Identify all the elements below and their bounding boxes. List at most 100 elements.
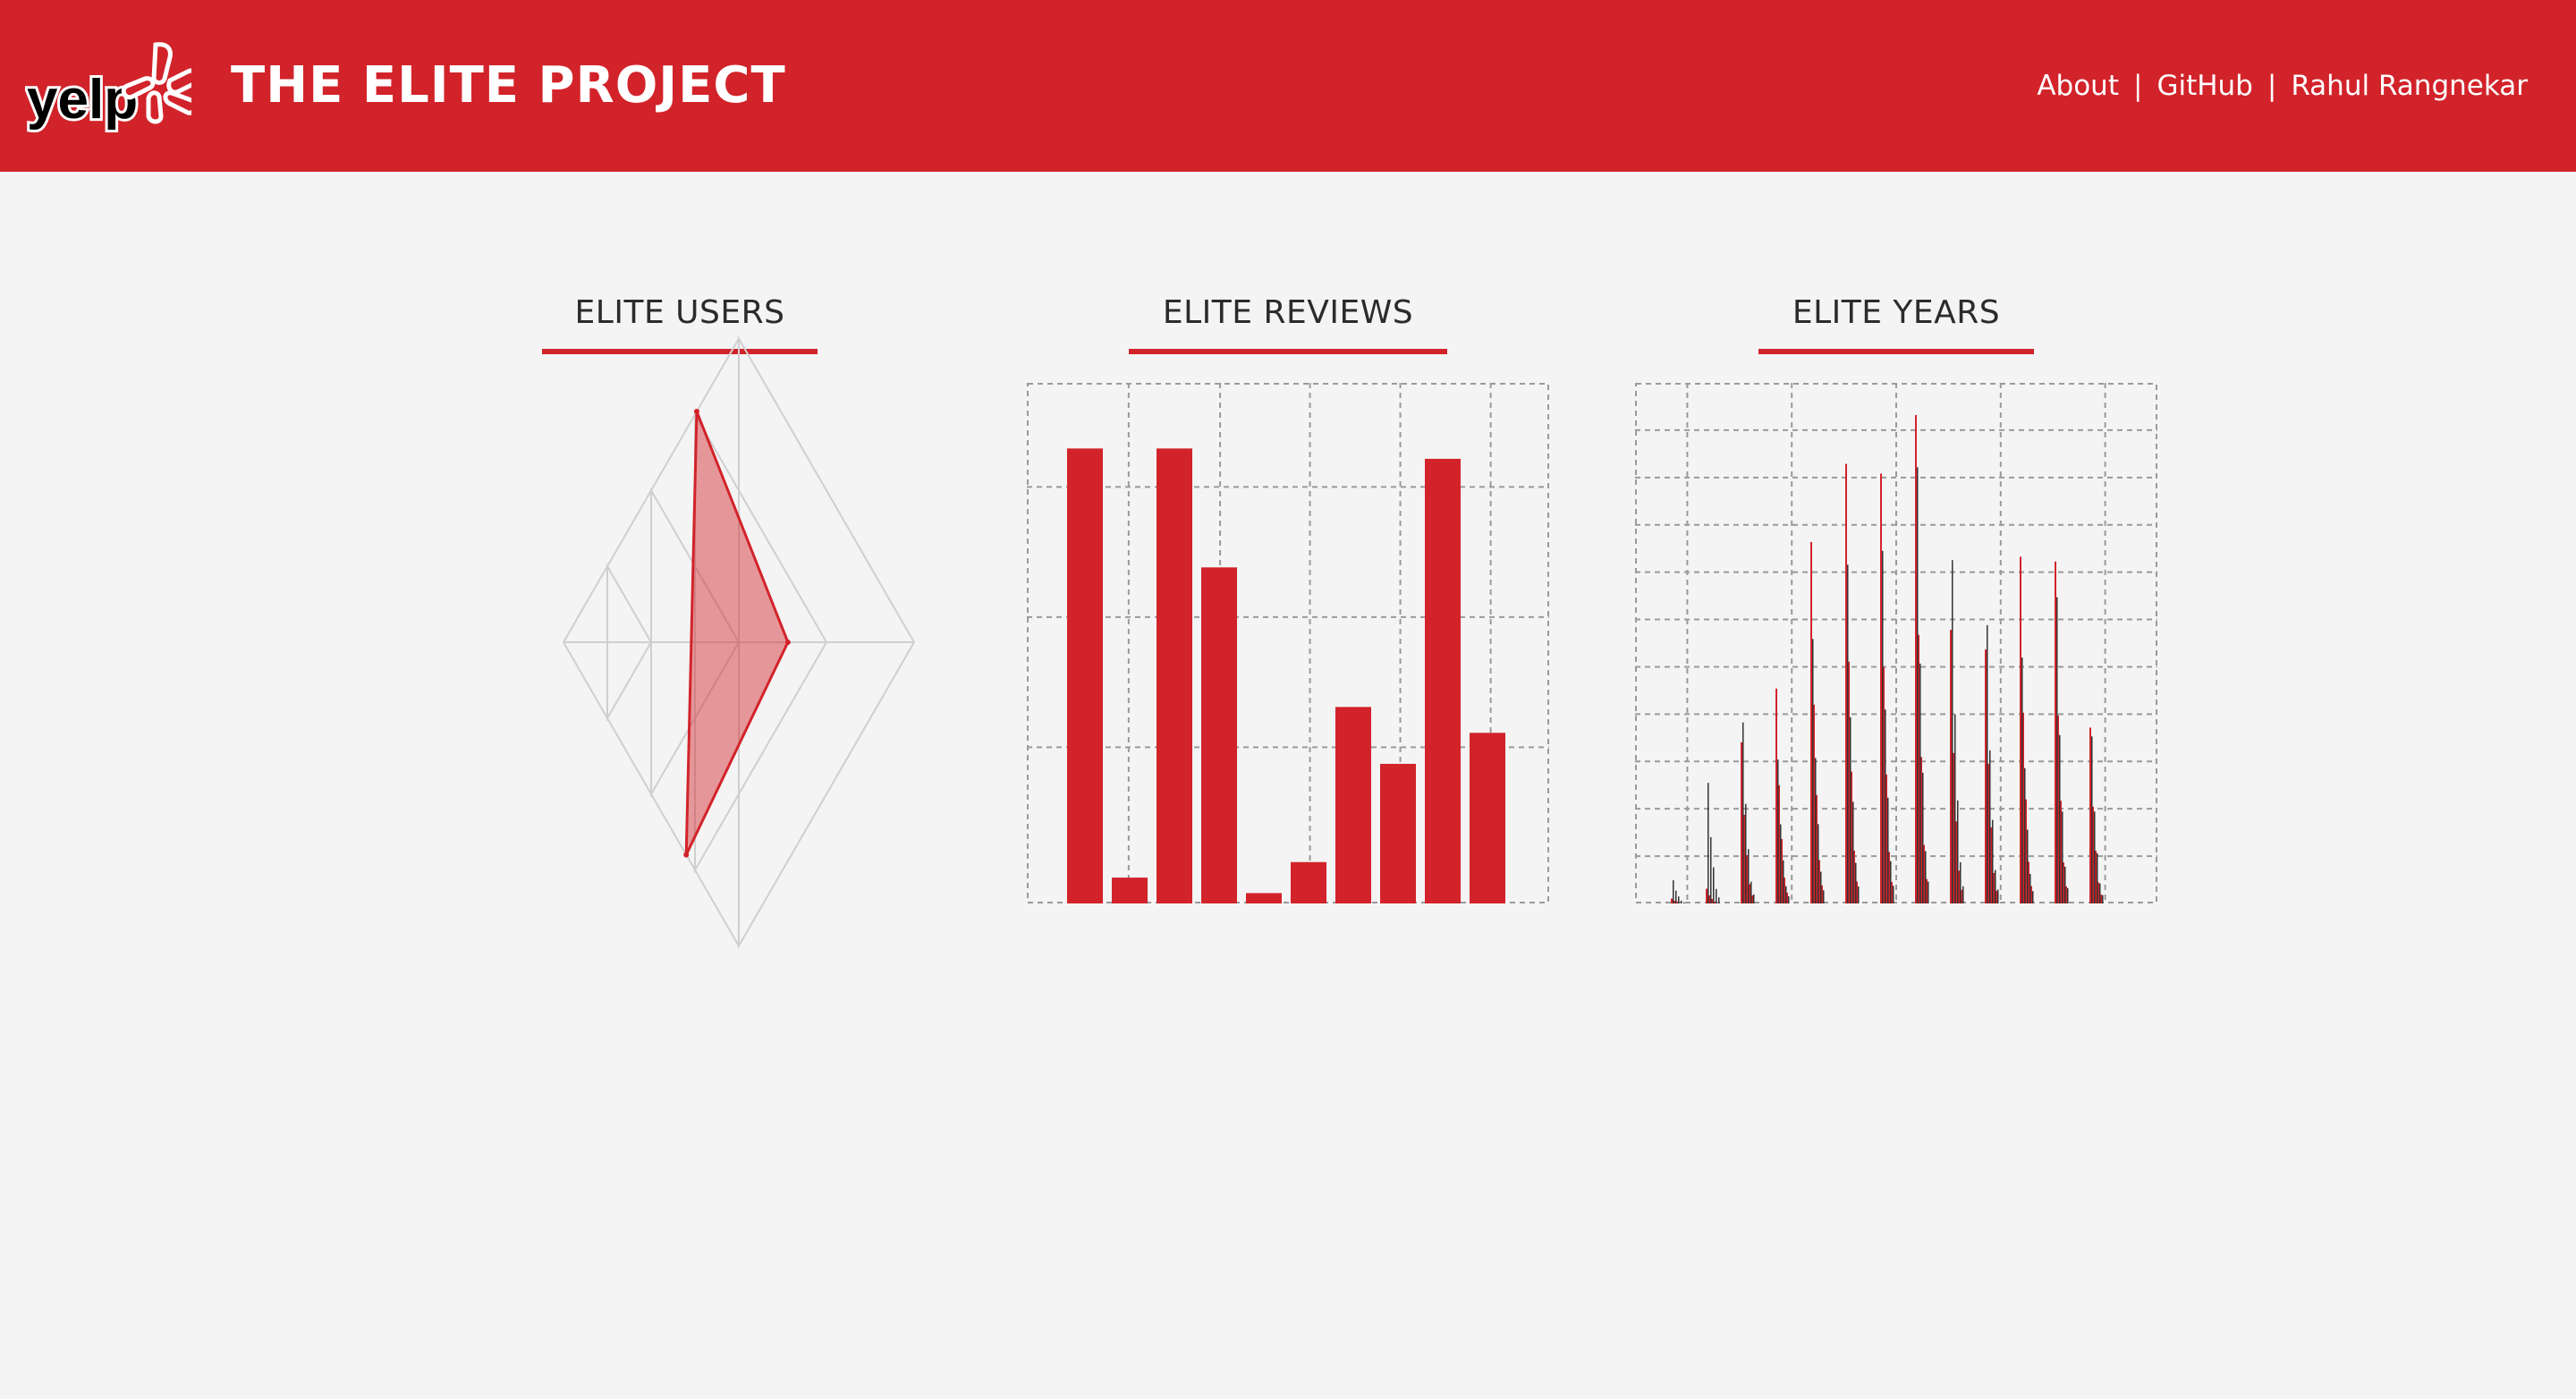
years-bar-black — [1750, 881, 1752, 903]
years-bar-black — [1681, 900, 1682, 903]
reviews-bar — [1335, 707, 1371, 903]
years-bar-black — [1850, 716, 1852, 903]
years-bar-black — [2029, 874, 2031, 903]
years-bar-red — [1985, 649, 1987, 903]
years-bar-black — [2094, 811, 2096, 903]
years-bar-black — [1777, 759, 1779, 903]
years-bar-black — [1713, 867, 1715, 903]
years-bar-black — [1823, 890, 1825, 903]
years-bar-black — [1852, 801, 1854, 903]
nav-separator: | — [2132, 70, 2143, 102]
years-bar-red — [1845, 463, 1847, 903]
years-bar-black — [1957, 800, 1959, 903]
years-bar-black — [1707, 783, 1709, 903]
years-bar-black — [1992, 819, 1994, 903]
years-bar-black — [1820, 871, 1822, 903]
reviews-bar — [1380, 763, 1416, 903]
years-bar-black — [1710, 836, 1712, 903]
reviews-bar — [1425, 458, 1461, 903]
years-bar-black — [1887, 797, 1889, 903]
years-bar-red — [2055, 561, 2056, 903]
years-bar-red — [1915, 415, 1917, 903]
elite-reviews-title: ELITE REVIEWS — [1129, 286, 1447, 354]
years-bar-black — [1919, 663, 1921, 903]
years-bar-black — [2021, 657, 2023, 903]
years-bar-red — [2020, 556, 2021, 903]
years-bar-black — [1893, 886, 1894, 903]
years-bar-black — [2024, 767, 2026, 903]
years-bar-black — [1847, 564, 1849, 903]
reviews-bar — [1470, 733, 1505, 903]
years-bar-black — [1995, 869, 1996, 903]
reviews-bar — [1112, 878, 1148, 903]
years-bar-black — [1855, 862, 1857, 903]
years-bar-black — [1812, 639, 1814, 903]
elite-reviews-bar-chart[interactable] — [1027, 383, 1549, 903]
years-bar-black — [1890, 861, 1892, 903]
top-header: yelp THE ELITE PROJECT About | GitHub | Rahu… — [0, 0, 2576, 172]
nav-github-link[interactable]: GitHub — [2157, 70, 2252, 102]
nav-separator: | — [2267, 70, 2277, 102]
years-bar-black — [1748, 849, 1750, 903]
years-bar-black — [1928, 881, 1929, 903]
years-bar-black — [2062, 811, 2063, 903]
years-bar-black — [1922, 772, 1924, 903]
years-bar-black — [1858, 886, 1860, 903]
years-bar-red — [1880, 473, 1882, 903]
years-bar-black — [1788, 895, 1790, 903]
years-bar-black — [2027, 829, 2029, 903]
years-bar-black — [1997, 889, 1999, 903]
years-bar-black — [1716, 888, 1717, 903]
years-bar-red — [1741, 742, 1742, 903]
years-bar-black — [1960, 861, 1962, 903]
years-bar-black — [1815, 758, 1817, 903]
reviews-bar — [1067, 448, 1103, 903]
radar-data-point — [683, 852, 690, 858]
reviews-bar — [1157, 448, 1192, 903]
years-bar-black — [2032, 891, 2034, 903]
elite-years-title: ELITE YEARS — [1758, 286, 2034, 354]
years-bar-black — [1925, 851, 1927, 903]
elite-users-title: ELITE USERS — [542, 286, 818, 354]
years-bar-black — [1673, 880, 1674, 903]
years-bar-black — [1989, 750, 1991, 903]
years-bar-red — [1775, 688, 1777, 903]
years-bar-red — [1810, 541, 1812, 903]
nav-about-link[interactable]: About — [2037, 70, 2119, 102]
years-bar-red — [1950, 630, 1952, 903]
years-bar-black — [1962, 886, 1964, 903]
years-bar-black — [1882, 550, 1884, 903]
years-bar-black — [1885, 709, 1886, 903]
years-bar-black — [2064, 866, 2066, 903]
site-title: THE ELITE PROJECT — [231, 56, 786, 114]
top-nav: About | GitHub | Rahul Rangnekar — [2037, 66, 2528, 106]
yelp-logo[interactable]: yelp — [25, 41, 191, 134]
years-bar-black — [1783, 860, 1784, 903]
years-bar-black — [1785, 886, 1787, 903]
years-bar-black — [2059, 734, 2061, 903]
years-bar-black — [1718, 897, 1720, 903]
years-bar-black — [1954, 714, 1956, 903]
reviews-bar — [1246, 893, 1282, 903]
yelp-logo-text: yelp — [27, 69, 138, 131]
years-bar-black — [1675, 890, 1677, 903]
reviews-bar — [1291, 861, 1326, 903]
years-bar-black — [2097, 852, 2098, 903]
years-bar-black — [1745, 803, 1747, 903]
years-bar-black — [1987, 624, 1988, 903]
years-bar-red — [1671, 898, 1673, 903]
elite-years-bar-chart[interactable] — [1635, 383, 2157, 903]
years-bar-black — [1753, 894, 1755, 903]
years-bar-black — [2056, 597, 2058, 903]
radar-data-point — [693, 408, 699, 414]
years-bar-black — [2091, 736, 2093, 903]
nav-author-link[interactable]: Rahul Rangnekar — [2291, 70, 2528, 102]
years-bar-red — [1706, 888, 1707, 903]
elite-users-radar-chart[interactable] — [537, 335, 930, 950]
years-bar-red — [2089, 727, 2091, 903]
years-bar-black — [1917, 467, 1919, 903]
radar-data-point — [784, 640, 791, 645]
years-bar-black — [1952, 560, 1953, 903]
reviews-bar — [1201, 567, 1237, 903]
years-bar-black — [2102, 895, 2104, 903]
